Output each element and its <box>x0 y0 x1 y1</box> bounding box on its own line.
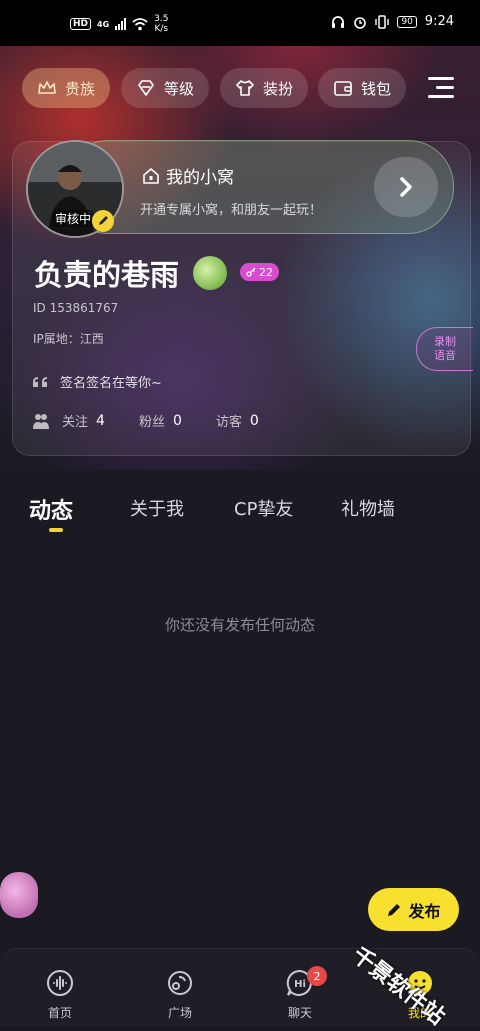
nav-square[interactable]: 广场 <box>150 968 210 1021</box>
chevron-right-icon <box>400 177 412 197</box>
record-voice-button[interactable]: 录制 语音 <box>416 327 473 371</box>
tab-cp-friends[interactable]: CP挚友 <box>234 495 293 521</box>
tab-indicator <box>49 528 63 532</box>
pencil-icon <box>388 903 401 916</box>
melon-icon <box>193 256 227 290</box>
level-badge[interactable]: 22 <box>240 263 279 281</box>
profile-stats: 关注 4 粉丝 0 访客 0 <box>32 411 293 430</box>
fans-label[interactable]: 粉丝 <box>139 411 165 430</box>
tab-gift-wall[interactable]: 礼物墙 <box>341 495 395 521</box>
crown-icon <box>38 81 56 94</box>
vibrate-icon <box>375 14 390 29</box>
shirt-icon <box>236 80 254 96</box>
key-icon <box>246 267 256 277</box>
nest-subtitle: 开通专属小窝，和朋友一起玩！ <box>140 203 323 218</box>
menu-button[interactable] <box>428 74 456 102</box>
tab-about-me[interactable]: 关于我 <box>130 495 184 521</box>
house-icon <box>143 167 159 184</box>
wifi-icon <box>132 17 148 30</box>
chat-unread-badge: 2 <box>307 966 327 986</box>
publish-button[interactable]: 发布 <box>368 888 459 931</box>
network-type: 4G <box>97 19 110 29</box>
network-speed: 3.5 K/s <box>154 14 169 34</box>
nobility-button[interactable]: 贵族 <box>22 68 110 108</box>
headphones-icon <box>332 15 345 28</box>
wallet-button[interactable]: 钱包 <box>318 68 406 108</box>
ip-location: IP属地：江西 <box>33 332 104 346</box>
empty-state-text: 你还没有发布任何动态 <box>164 616 315 634</box>
nickname: 负责的巷雨 <box>34 258 180 292</box>
visitors-label[interactable]: 访客 <box>216 411 242 430</box>
avatar-review-status: 审核中 <box>52 210 95 227</box>
fans-count[interactable]: 0 <box>173 413 182 429</box>
dressup-button[interactable]: 装扮 <box>220 68 308 108</box>
battery-indicator: 90 <box>397 15 417 28</box>
visitors-count[interactable]: 0 <box>250 413 259 429</box>
svg-text:Hi: Hi <box>294 979 306 990</box>
signal-icon <box>115 18 127 30</box>
edit-avatar-button[interactable] <box>92 210 114 232</box>
gem-icon <box>138 80 154 96</box>
menu-icon <box>428 77 454 80</box>
planet-icon <box>168 971 192 995</box>
status-bar: HD 4G 3.5 K/s 90 9:24 <box>0 0 480 46</box>
nest-enter-button[interactable] <box>374 157 438 217</box>
floating-sticker[interactable] <box>0 872 38 918</box>
nav-home[interactable]: 首页 <box>30 968 90 1021</box>
following-count[interactable]: 4 <box>96 413 105 429</box>
alarm-icon <box>354 16 367 29</box>
tab-moments[interactable]: 动态 <box>29 493 73 525</box>
pencil-icon <box>99 216 108 225</box>
signature[interactable]: 签名签名在等你~ <box>32 372 162 391</box>
wallet-icon <box>334 81 352 96</box>
people-icon <box>33 413 49 429</box>
hd-indicator: HD <box>70 18 92 30</box>
quote-icon <box>33 376 47 387</box>
clock: 9:24 <box>424 14 454 29</box>
nest-title: 我的小窝 <box>142 163 234 188</box>
following-label[interactable]: 关注 <box>62 411 88 430</box>
level-button[interactable]: 等级 <box>121 68 209 108</box>
home-wave-icon <box>47 970 73 996</box>
user-id[interactable]: ID 153861767 <box>33 301 118 315</box>
